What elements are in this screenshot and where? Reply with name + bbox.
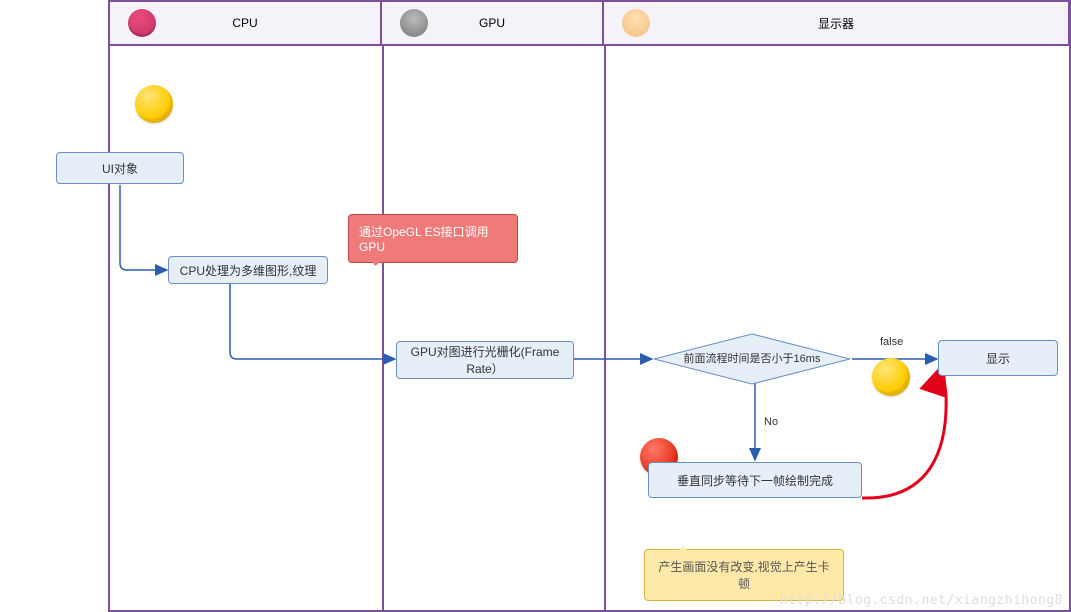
lane-border-3 — [604, 46, 606, 612]
lane-label-display: 显示器 — [818, 15, 854, 32]
lane-header-gpu: GPU — [382, 0, 604, 46]
lane-header-cpu: CPU — [108, 0, 382, 46]
watermark: http://blog.csdn.net/xiangzhihong8 — [780, 593, 1063, 608]
lane-border-2 — [382, 46, 384, 612]
vsync-wait-node: 垂直同步等待下一帧绘制完成 — [648, 462, 862, 498]
vsync-wait-label: 垂直同步等待下一帧绘制完成 — [677, 472, 833, 489]
decision-16ms: 前面流程时间是否小于16ms — [652, 332, 852, 386]
decision-16ms-label: 前面流程时间是否小于16ms — [666, 352, 839, 366]
actor-icon-display — [622, 9, 650, 37]
lane-outer-border — [108, 0, 1071, 612]
ui-object-node: UI对象 — [56, 152, 184, 184]
edge-label-false: false — [880, 336, 903, 348]
cpu-process-node: CPU处理为多维图形,纹理 — [168, 256, 328, 284]
swimlane-headers: CPU GPU 显示器 — [108, 0, 1071, 46]
opengl-callout: 通过OpeGL ES接口调用GPU — [348, 214, 518, 263]
ui-object-label: UI对象 — [102, 160, 138, 177]
wink-emoji-icon — [135, 85, 173, 123]
display-node: 显示 — [938, 340, 1058, 376]
lane-label-cpu: CPU — [232, 16, 257, 30]
gpu-raster-label: GPU对图进行光栅化(Frame Rate） — [407, 343, 563, 377]
lane-border-left — [108, 46, 110, 612]
actor-icon-gpu — [400, 9, 428, 37]
smile-emoji-icon — [872, 358, 910, 396]
edge-label-no: No — [764, 416, 778, 428]
lane-label-gpu: GPU — [479, 16, 505, 30]
cpu-process-label: CPU处理为多维图形,纹理 — [180, 262, 317, 279]
stutter-callout-label: 产生画面没有改变,视觉上产生卡顿 — [658, 560, 829, 591]
opengl-callout-label: 通过OpeGL ES接口调用GPU — [359, 225, 489, 254]
gpu-raster-node: GPU对图进行光栅化(Frame Rate） — [396, 341, 574, 379]
lane-header-display: 显示器 — [604, 0, 1070, 46]
display-label: 显示 — [986, 350, 1010, 367]
actor-icon-cpu — [128, 9, 156, 37]
